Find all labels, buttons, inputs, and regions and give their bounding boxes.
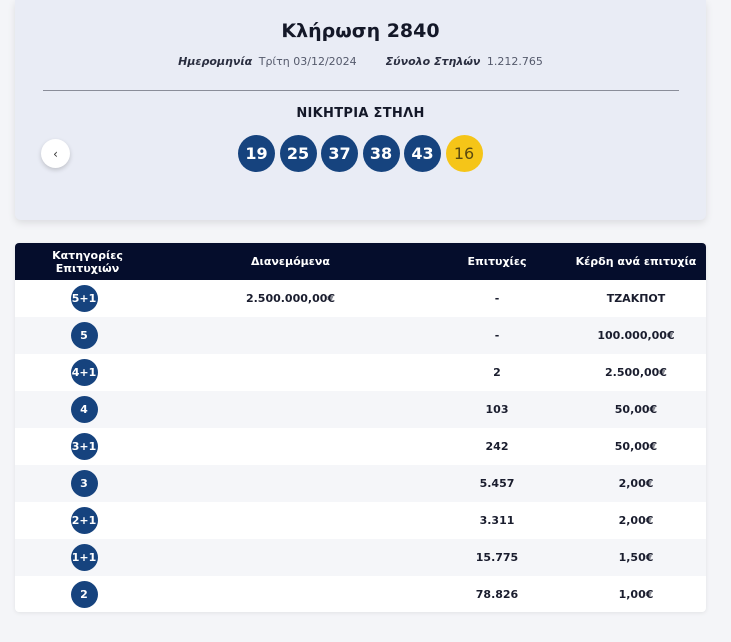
winners-cell: 15.775: [475, 551, 519, 564]
table-row: 3 5.457 2,00€: [15, 465, 706, 502]
draw-title: Κλήρωση 2840: [281, 20, 440, 42]
winners-cell: -: [494, 329, 500, 342]
prize-cell: 2,00€: [618, 514, 654, 527]
number-ball: 38: [362, 135, 400, 172]
joker-ball: 16: [445, 135, 483, 172]
prize-cell: 50,00€: [614, 440, 658, 453]
prize-cell: ΤΖΑΚΠΟΤ: [606, 292, 666, 305]
category-badge: 2+1: [70, 507, 98, 534]
columns-value: 1.212.765: [486, 55, 543, 68]
winning-numbers: 19 25 37 38 43 16: [238, 135, 487, 172]
category-badge: 3+1: [70, 433, 98, 460]
number-ball: 43: [404, 135, 441, 172]
winners-cell: 3.311: [479, 514, 515, 527]
winners-cell: 78.826: [475, 588, 519, 601]
winning-column-label: ΝΙΚΗΤΡΙΑ ΣΤΗΛΗ: [296, 106, 425, 121]
number-ball: 19: [238, 135, 275, 172]
date-value: Τρίτη 03/12/2024: [258, 55, 357, 68]
header-prize: Κέρδη ανά επιτυχία: [575, 255, 697, 268]
distributed-cell: 2.500.000,00€: [245, 292, 336, 305]
winners-cell: 5.457: [479, 477, 515, 490]
prize-cell: 2,00€: [618, 477, 654, 490]
previous-draw-button[interactable]: ‹: [41, 139, 70, 168]
header-categories: Κατηγορίες Επιτυχιών: [52, 248, 123, 275]
category-badge: 2: [70, 581, 98, 608]
prize-cell: 2.500,00€: [605, 366, 667, 379]
prize-cell: 50,00€: [614, 403, 658, 416]
draw-card: Κλήρωση 2840 Ημερομηνία Τρίτη 03/12/2024…: [15, 0, 706, 220]
table-header: Κατηγορίες Επιτυχιών Διανεμόμενα Επιτυχί…: [15, 243, 706, 280]
table-row: 4 103 50,00€: [15, 391, 706, 428]
category-badge: 4+1: [70, 359, 98, 386]
number-ball: 25: [279, 135, 317, 172]
table-row: 3+1 242 50,00€: [15, 428, 706, 465]
winners-cell: 2: [493, 366, 501, 379]
table-row: 5+1 2.500.000,00€ - ΤΖΑΚΠΟΤ: [15, 280, 706, 317]
table-row: 5 - 100.000,00€: [15, 317, 706, 354]
prize-table: Κατηγορίες Επιτυχιών Διανεμόμενα Επιτυχί…: [15, 243, 706, 612]
divider: [43, 90, 679, 91]
category-badge: 3: [70, 470, 98, 497]
number-ball: 37: [321, 135, 358, 172]
prize-cell: 1,50€: [618, 551, 654, 564]
table-row: 2 78.826 1,00€: [15, 576, 706, 612]
category-badge: 1+1: [70, 544, 98, 571]
category-badge: 4: [70, 396, 98, 423]
columns-label: Σύνολο Στηλών: [385, 55, 481, 68]
table-row: 4+1 2 2.500,00€: [15, 354, 706, 391]
prize-cell: 1,00€: [618, 588, 654, 601]
table-row: 1+1 15.775 1,50€: [15, 539, 706, 576]
winners-cell: -: [494, 292, 500, 305]
winners-cell: 103: [485, 403, 509, 416]
category-badge: 5+1: [70, 285, 98, 312]
prize-cell: 100.000,00€: [597, 329, 675, 342]
table-body: 5+1 2.500.000,00€ - ΤΖΑΚΠΟΤ 5 - 100.000,00€ 4+1…: [15, 280, 706, 612]
chevron-left-icon: ‹: [53, 146, 58, 161]
table-row: 2+1 3.311 2,00€: [15, 502, 706, 539]
header-distributed: Διανεμόμενα: [251, 255, 330, 268]
winners-cell: 242: [485, 440, 509, 453]
header-winners: Επιτυχίες: [467, 255, 527, 268]
category-badge: 5: [70, 322, 98, 349]
date-label: Ημερομηνία: [178, 55, 253, 68]
draw-meta: Ημερομηνία Τρίτη 03/12/2024 Σύνολο Στηλώ…: [15, 55, 706, 68]
